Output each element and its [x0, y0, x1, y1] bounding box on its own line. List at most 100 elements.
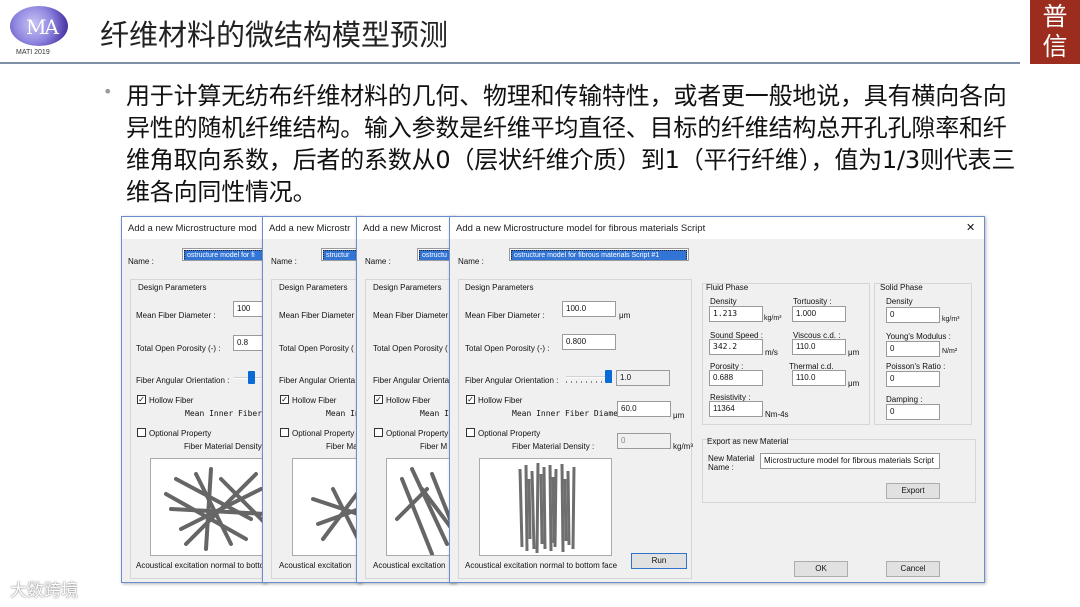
fiber-preview-image [150, 458, 265, 556]
poisson-label: Poisson's Ratio : [886, 362, 946, 371]
name-label: Name : [128, 257, 154, 266]
seal-char-1: 普 [1042, 2, 1068, 31]
fao-label: Fiber Angular Orienta [279, 376, 356, 385]
cancel-button[interactable]: Cancel [886, 561, 940, 577]
design-label: Design Parameters [136, 283, 209, 292]
optional-checkbox[interactable] [280, 428, 289, 437]
name-input[interactable]: ostructure model for fibrous materials S… [509, 248, 689, 261]
hollow-checkbox[interactable]: ✓ [466, 395, 475, 404]
porosity-input[interactable]: 0.688 [709, 370, 763, 386]
optional-label: Optional Property [149, 429, 212, 438]
solid-density-unit: kg/m³ [942, 316, 960, 323]
name-label: Name : [271, 257, 297, 266]
random-fibers-graphic [164, 467, 265, 551]
design-label: Design Parameters [371, 283, 444, 292]
mfd-label: Mean Fiber Diameter : [465, 311, 545, 320]
sound-speed-unit: m/s [765, 348, 778, 357]
ok-button[interactable]: OK [794, 561, 848, 577]
viscous-unit: μm [848, 348, 860, 357]
close-icon[interactable]: ✕ [966, 221, 975, 234]
optional-checkbox[interactable] [466, 428, 475, 437]
acoustic-label: Acoustical excitation normal to botto [136, 561, 265, 570]
top-label: Total Open Porosity (-) : [136, 344, 221, 353]
optional-checkbox[interactable] [374, 428, 383, 437]
random-fibers-graphic [311, 485, 361, 550]
dialog-microstructure-1: Add a new Microstructure mod Name : ostr… [121, 216, 266, 583]
fluid-phase-title: Fluid Phase [706, 283, 749, 292]
title-divider [0, 62, 1020, 64]
young-input[interactable]: 0 [886, 341, 940, 357]
fmd-label: Fiber Material Density [184, 442, 262, 451]
optional-label: Optional Property [292, 429, 355, 438]
random-fibers-graphic [395, 467, 455, 555]
dialog-microstructure-3: Add a new Microst Name : ostructu Design… [356, 216, 456, 583]
tortuosity-label: Tortuosity : [793, 297, 832, 306]
run-button[interactable]: Run [631, 553, 687, 569]
design-label: Design Parameters [277, 283, 350, 292]
mfd-input[interactable]: 100.0 [562, 301, 616, 317]
acoustic-label: Acoustical excitation [373, 561, 446, 570]
fmd-unit: kg/m³ [673, 442, 693, 451]
optional-checkbox[interactable] [137, 428, 146, 437]
fmd-label: Fiber Ma [326, 442, 358, 451]
young-unit: N/m² [942, 348, 958, 355]
viscous-input[interactable]: 110.0 [792, 339, 846, 355]
dialog-microstructure-2: Add a new Microstr Name : structur Desig… [262, 216, 362, 583]
top-label: Total Open Porosity ( [373, 344, 448, 353]
dialog-title: Add a new Microstructure model for fibro… [450, 217, 984, 239]
hollow-label: Hollow Fiber [292, 396, 337, 405]
thermal-input[interactable]: 110.0 [792, 370, 846, 386]
export-button[interactable]: Export [886, 483, 940, 499]
fao-label: Fiber Angular Orientation : [465, 376, 559, 385]
fmd-label: Fiber Material Density : [512, 442, 595, 451]
mif-unit: μm [673, 411, 685, 420]
mif-label: Mean Inner Fiber [185, 409, 263, 418]
fmd-label: Fiber M [420, 442, 448, 451]
seal-char-2: 信 [1042, 32, 1068, 61]
parallel-fibers-graphic [518, 462, 576, 554]
solid-density-label: Density [886, 297, 913, 306]
resistivity-input[interactable]: 11364 [709, 401, 763, 417]
hollow-label: Hollow Fiber [386, 396, 431, 405]
bullet-icon: • [103, 82, 113, 101]
fiber-preview-image [292, 458, 361, 556]
fiber-preview-image [386, 458, 455, 556]
fiber-preview-image [479, 458, 612, 556]
name-label: Name : [365, 257, 391, 266]
fmd-input[interactable]: 0 [617, 433, 671, 449]
top-label: Total Open Porosity (-) : [465, 344, 550, 353]
fao-slider[interactable] [566, 370, 612, 384]
fluid-density-label: Density [710, 297, 737, 306]
mfd-unit: μm [619, 311, 631, 320]
mif-label: Mean I [420, 409, 449, 418]
export-name-label: New Material Name : [708, 454, 755, 472]
damping-input[interactable]: 0 [886, 404, 940, 420]
tortuosity-input[interactable]: 1.000 [792, 306, 846, 322]
mfd-label: Mean Fiber Diameter [279, 311, 355, 320]
name-value: ostructure model for fibrous materials S… [511, 250, 687, 260]
solid-phase-title: Solid Phase [880, 283, 923, 292]
fao-label: Fiber Angular Orientation : [136, 376, 230, 385]
hollow-checkbox[interactable]: ✓ [374, 395, 383, 404]
export-name-input[interactable]: Microstructure model for fibrous materia… [760, 453, 940, 469]
poisson-input[interactable]: 0 [886, 371, 940, 387]
name-input[interactable]: ostructure model for fi [182, 248, 265, 261]
solid-density-input[interactable]: 0 [886, 307, 940, 323]
resistivity-unit: Nm-4s [765, 410, 789, 419]
hollow-label: Hollow Fiber [478, 396, 523, 405]
mif-label: Mean Inner Fiber Diamet [512, 409, 623, 418]
sound-speed-input[interactable]: 342.2 [709, 339, 763, 355]
slide-paragraph: 用于计算无纺布纤维材料的几何、物理和传输特性，或者更一般地说，具有横向各向异性的… [126, 82, 1016, 206]
design-label: Design Parameters [463, 283, 536, 292]
name-label: Name : [458, 257, 484, 266]
optional-label: Optional Property [478, 429, 541, 438]
top-input[interactable]: 0.800 [562, 334, 616, 350]
fluid-density-unit: kg/m³ [764, 315, 782, 322]
hollow-label: Hollow Fiber [149, 396, 194, 405]
mif-input[interactable]: 60.0 [617, 401, 671, 417]
hollow-checkbox[interactable]: ✓ [137, 395, 146, 404]
thermal-unit: μm [848, 379, 860, 388]
hollow-checkbox[interactable]: ✓ [280, 395, 289, 404]
logo-subtitle: MATI 2019 [16, 49, 50, 56]
fluid-density-input[interactable]: 1.213 [709, 306, 763, 322]
